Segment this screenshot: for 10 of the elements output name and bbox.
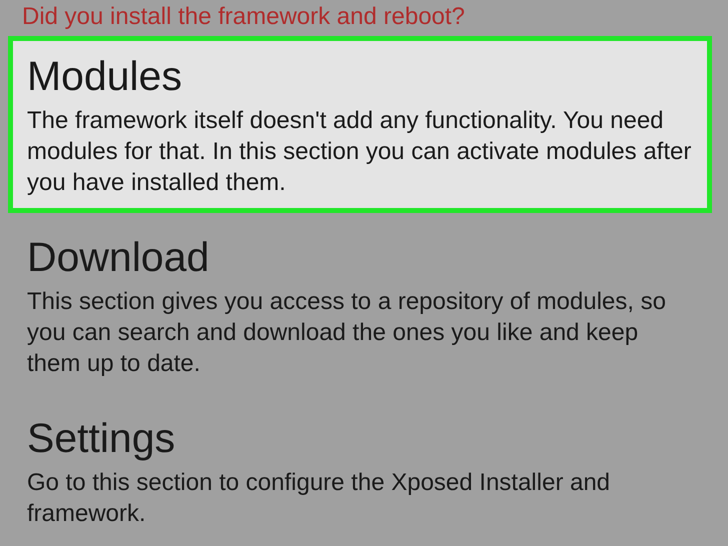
section-title: Download [27,233,210,282]
section-title: Modules [27,52,183,101]
section-description: Go to this section to configure the Xposed Installer and framework. [27,468,612,529]
section-description: The framework itself doesn't add any functionality. You need modules for that. In this section you can activate modules after you have installed them. [27,106,692,198]
warning-text: Did you install the framework and reboot? [21,2,466,32]
section-title: Settings [27,414,176,463]
section-description: This section gives you access to a repository of modules, so you can search and download the ones you like and keep them up to date. [27,287,667,379]
menu-item[interactable]: Settings Go to this section to configure the Xposed Installer and framework. [8,398,712,544]
menu-item[interactable]: Download This section gives you access to a repository of modules, so you can search and download the ones you like and keep them up to date. [8,217,712,394]
menu-item[interactable]: Modules The framework itself doesn't add any functionality. You need modules for that. In this section you can activate modules after you have installed them. [8,36,712,213]
